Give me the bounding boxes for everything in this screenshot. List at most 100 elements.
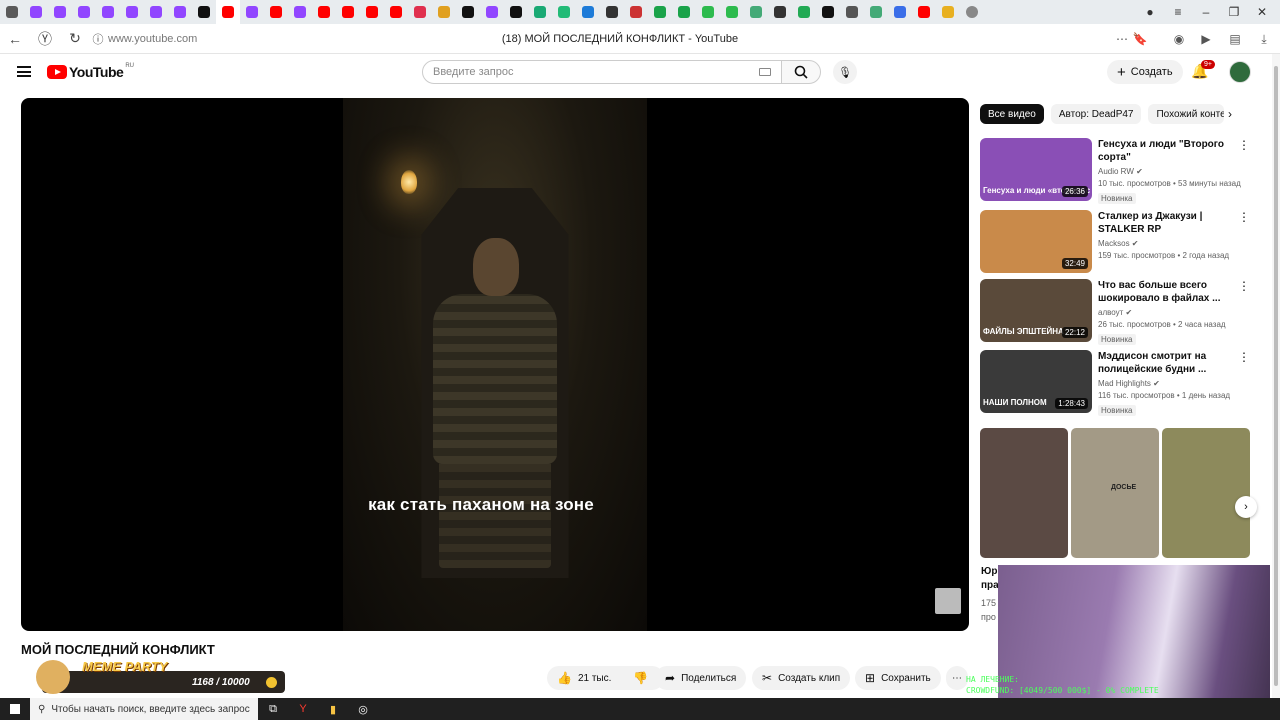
minimize-icon[interactable]: – — [1192, 0, 1220, 24]
tab-phone-icon[interactable] — [792, 0, 816, 24]
share-button[interactable]: ➦ Поделиться — [655, 666, 747, 690]
tab-v-icon[interactable] — [624, 0, 648, 24]
shorts-next-icon[interactable]: › — [1235, 496, 1257, 518]
collections-icon[interactable]: ▤ — [1226, 30, 1244, 48]
short-thumb[interactable]: ДОСЬЕ — [1071, 428, 1159, 558]
menu-icon[interactable]: ≡ — [1164, 0, 1192, 24]
recommendation-title[interactable]: Генсуха и люди "Второго сорта" — [1098, 138, 1248, 164]
mic-icon[interactable]: 🎙 — [833, 60, 857, 84]
recommendation-thumbnail[interactable]: ФАЙЛЫ ЭПШТЕЙНА 22:12 — [980, 279, 1092, 342]
recommendation-item[interactable]: ФАЙЛЫ ЭПШТЕЙНА 22:12 Что вас больше всего … — [980, 279, 1260, 345]
more-icon[interactable]: ⋯ — [1113, 30, 1131, 48]
extension-icon[interactable]: ◉ — [1170, 30, 1188, 48]
tab-d-icon[interactable] — [432, 0, 456, 24]
profile-icon[interactable]: ● — [1136, 0, 1164, 24]
channel-watermark[interactable] — [935, 588, 961, 614]
tab-twitch-icon[interactable] — [480, 0, 504, 24]
chip-all[interactable]: Все видео — [980, 104, 1044, 124]
chip-author[interactable]: Автор: DeadP47 — [1050, 104, 1142, 124]
recommendation-item[interactable]: НАШИ ПОЛНОМ 1:28:43 Мэддисон смотрит на по… — [980, 350, 1260, 416]
search-input[interactable] — [433, 66, 759, 78]
short-title-cut-2[interactable]: пра — [981, 580, 999, 591]
short-thumb[interactable] — [1162, 428, 1250, 558]
search-button[interactable] — [781, 60, 821, 84]
clip-button[interactable]: ✂ Создать клип — [752, 666, 851, 690]
task-view-icon[interactable]: ⧉ — [258, 698, 288, 720]
tab-twitch-icon[interactable] — [72, 0, 96, 24]
recommendation-item[interactable]: Генсуха и люди «второго с 26:36 Генсуха и … — [980, 138, 1260, 204]
tab-twitch-icon[interactable] — [240, 0, 264, 24]
yandex-browser-icon[interactable]: Y — [288, 698, 318, 720]
close-icon[interactable]: ✕ — [1248, 0, 1276, 24]
restore-icon[interactable]: ❐ — [1220, 0, 1248, 24]
recommendation-thumbnail[interactable]: 32:49 — [980, 210, 1092, 273]
tab-globe-icon[interactable] — [552, 0, 576, 24]
media-icon[interactable]: ▶ — [1197, 30, 1215, 48]
download-icon[interactable]: ⤓ — [1255, 30, 1273, 48]
tab-news-icon[interactable] — [600, 0, 624, 24]
tab-green-icon[interactable] — [528, 0, 552, 24]
tab-youtube-icon[interactable] — [264, 0, 288, 24]
notifications-bell-icon[interactable]: 🔔 9+ — [1191, 60, 1215, 81]
scrollbar[interactable] — [1272, 54, 1280, 699]
tab-doc-icon[interactable] — [864, 0, 888, 24]
avatar[interactable] — [1229, 61, 1251, 83]
tab-youtube-icon[interactable] — [216, 0, 240, 24]
tab-doc-icon[interactable] — [744, 0, 768, 24]
tab-clover-icon[interactable] — [696, 0, 720, 24]
video-player[interactable]: как стать паханом на зоне — [21, 98, 969, 631]
tab-twitch-icon[interactable] — [96, 0, 120, 24]
menu-hamburger-icon[interactable] — [17, 66, 31, 77]
short-title-cut[interactable]: Юр — [981, 566, 997, 577]
tab-add-icon[interactable] — [960, 0, 984, 24]
like-count[interactable]: 21 тыс. — [578, 673, 611, 684]
tab-youtube-icon[interactable] — [384, 0, 408, 24]
tab-dj-icon[interactable] — [456, 0, 480, 24]
tab-speaker-icon[interactable] — [0, 0, 24, 24]
tab-m-icon[interactable] — [936, 0, 960, 24]
more-vert-icon[interactable]: ⋮ — [1238, 350, 1250, 364]
more-actions-button[interactable]: ⋯ — [946, 666, 968, 690]
tab-youtube-icon[interactable] — [312, 0, 336, 24]
bookmark-icon[interactable]: 🔖 — [1131, 30, 1149, 48]
like-icon[interactable]: 👍 — [557, 671, 572, 685]
recommendation-channel[interactable]: Audio RW ✔ — [1098, 167, 1248, 176]
tab-twitch-icon[interactable] — [120, 0, 144, 24]
windows-start-icon[interactable] — [0, 698, 30, 720]
obs-icon[interactable]: ◎ — [348, 698, 378, 720]
short-thumb[interactable] — [980, 428, 1068, 558]
tab-youtube-icon[interactable] — [912, 0, 936, 24]
recommendation-title[interactable]: Мэддисон смотрит на полицейские будни ..… — [1098, 350, 1248, 376]
file-explorer-icon[interactable]: ▮ — [318, 698, 348, 720]
tab-youtube-icon[interactable] — [336, 0, 360, 24]
tab-twitch-icon[interactable] — [288, 0, 312, 24]
chevron-right-icon[interactable]: › — [1228, 107, 1232, 121]
tab-music-icon[interactable] — [408, 0, 432, 24]
tab-clover-icon[interactable] — [720, 0, 744, 24]
create-button[interactable]: + Создать — [1107, 60, 1183, 84]
tab-twitch-icon[interactable] — [168, 0, 192, 24]
tab-dj-icon[interactable] — [192, 0, 216, 24]
more-vert-icon[interactable]: ⋮ — [1238, 138, 1250, 152]
tab-web-icon[interactable] — [888, 0, 912, 24]
recommendation-channel[interactable]: Macksos ✔ — [1098, 239, 1248, 248]
tab-k-icon[interactable] — [648, 0, 672, 24]
tab-twitch-icon[interactable] — [24, 0, 48, 24]
dislike-icon[interactable]: 👎 — [633, 671, 648, 685]
recommendation-thumbnail[interactable]: Генсуха и люди «второго с 26:36 — [980, 138, 1092, 201]
tab-blue-icon[interactable] — [576, 0, 600, 24]
youtube-logo[interactable]: YouTube RU — [47, 63, 134, 80]
recommendation-title[interactable]: Что вас больше всего шокировало в файлах… — [1098, 279, 1248, 305]
taskbar-search[interactable]: ⚲ Чтобы начать поиск, введите здесь запро… — [30, 698, 258, 720]
tab-dark-icon[interactable] — [816, 0, 840, 24]
tab-youtube-icon[interactable] — [360, 0, 384, 24]
save-button[interactable]: ⊞ Сохранить — [855, 666, 941, 690]
tab-x-icon[interactable] — [504, 0, 528, 24]
recommendation-channel[interactable]: Mad Highlights ✔ — [1098, 379, 1248, 388]
more-vert-icon[interactable]: ⋮ — [1238, 210, 1250, 224]
recommendation-channel[interactable]: алвоут ✔ — [1098, 308, 1248, 317]
recommendation-thumbnail[interactable]: НАШИ ПОЛНОМ 1:28:43 — [980, 350, 1092, 413]
chip-similar[interactable]: Похожий конте — [1148, 104, 1225, 124]
recommendation-title[interactable]: Сталкер из Джакузи | STALKER RP — [1098, 210, 1248, 236]
keyboard-icon[interactable] — [759, 68, 771, 76]
